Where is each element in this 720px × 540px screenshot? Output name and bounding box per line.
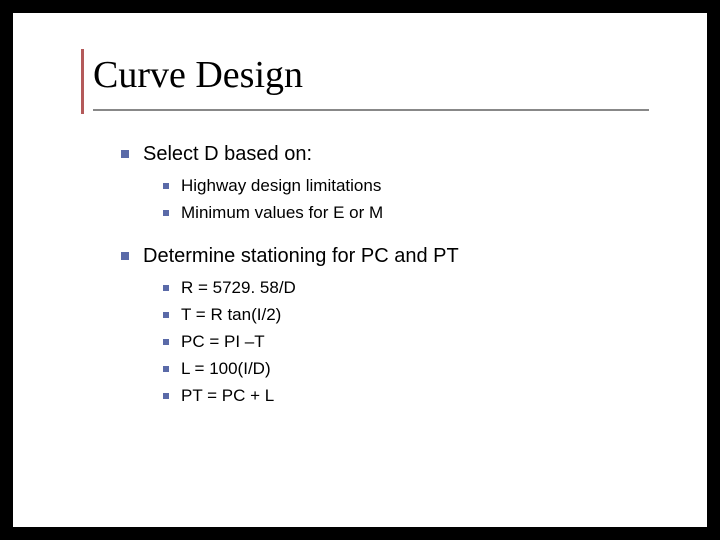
list-item: PT = PC + L: [163, 385, 661, 408]
list-item: L = 100(I/D): [163, 358, 661, 381]
list-item-label: Highway design limitations: [181, 175, 381, 198]
slide-body: Select D based on: Highway design limita…: [121, 141, 661, 426]
list-item: Minimum values for E or M: [163, 202, 661, 225]
slide-title: Curve Design: [93, 55, 303, 97]
list-item: PC = PI –T: [163, 331, 661, 354]
square-bullet-icon: [163, 285, 169, 291]
list-item: Determine stationing for PC and PT: [121, 243, 661, 269]
title-underline: [93, 109, 649, 111]
square-bullet-icon: [163, 339, 169, 345]
square-bullet-icon: [121, 252, 129, 260]
list-item-label: L = 100(I/D): [181, 358, 271, 381]
square-bullet-icon: [163, 183, 169, 189]
list-item-label: PC = PI –T: [181, 331, 265, 354]
list-item: R = 5729. 58/D: [163, 277, 661, 300]
square-bullet-icon: [163, 210, 169, 216]
square-bullet-icon: [121, 150, 129, 158]
list-item-label: PT = PC + L: [181, 385, 274, 408]
slide: Curve Design Select D based on: Highway …: [13, 13, 707, 527]
sublist: R = 5729. 58/D T = R tan(I/2) PC = PI –T…: [163, 277, 661, 408]
list-item-label: Minimum values for E or M: [181, 202, 383, 225]
list-item-label: R = 5729. 58/D: [181, 277, 296, 300]
list-item: Select D based on:: [121, 141, 661, 167]
list-item-label: Determine stationing for PC and PT: [143, 243, 459, 269]
square-bullet-icon: [163, 366, 169, 372]
sublist: Highway design limitations Minimum value…: [163, 175, 661, 225]
list-item: T = R tan(I/2): [163, 304, 661, 327]
list-item-label: T = R tan(I/2): [181, 304, 281, 327]
title-accent-bar: [81, 49, 84, 114]
title-wrap: Curve Design: [93, 55, 303, 97]
square-bullet-icon: [163, 312, 169, 318]
list-item: Highway design limitations: [163, 175, 661, 198]
list-item-label: Select D based on:: [143, 141, 312, 167]
square-bullet-icon: [163, 393, 169, 399]
